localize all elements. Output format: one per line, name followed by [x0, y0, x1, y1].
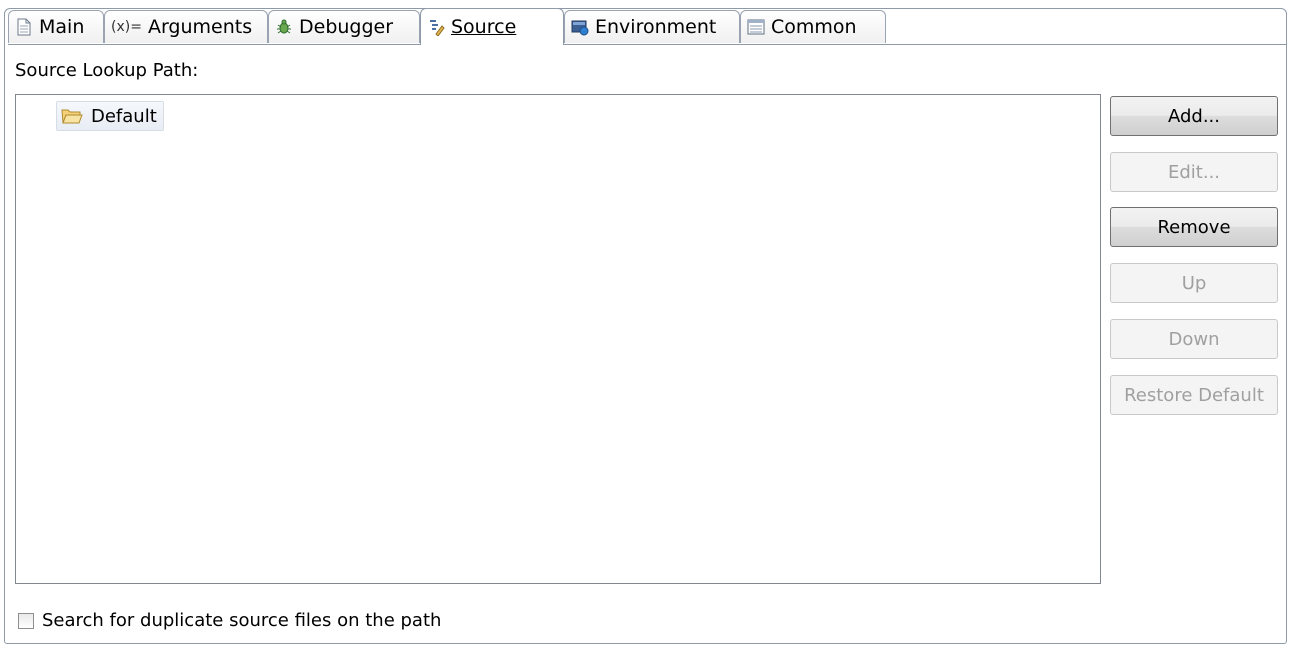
tab-main-label: Main [39, 16, 85, 38]
add-button[interactable]: Add... [1110, 96, 1278, 136]
down-button[interactable]: Down [1110, 319, 1278, 359]
restore-default-button[interactable]: Restore Default [1110, 375, 1278, 415]
tab-source-label: Source [451, 16, 517, 38]
tab-main[interactable]: Main [8, 10, 104, 43]
tree-item-default-label: Default [91, 105, 157, 127]
source-lookup-path-label: Source Lookup Path: [15, 60, 199, 81]
bug-icon [277, 19, 291, 34]
source-lookup-tree[interactable]: Default [15, 94, 1101, 584]
edit-button[interactable]: Edit... [1110, 152, 1278, 192]
source-icon [430, 20, 445, 36]
up-button[interactable]: Up [1110, 263, 1278, 303]
tab-arguments-label: Arguments [147, 16, 253, 38]
tab-debugger[interactable]: Debugger [268, 10, 420, 43]
tab-environment[interactable]: Environment [564, 10, 740, 43]
tab-arguments[interactable]: (x)= Arguments [104, 10, 268, 43]
common-icon [747, 19, 765, 35]
tree-item-default[interactable]: Default [56, 101, 164, 131]
duplicate-search-checkbox[interactable] [18, 612, 34, 629]
document-icon [17, 18, 31, 36]
duplicate-search-label: Search for duplicate source files on the… [42, 610, 442, 631]
tab-environment-label: Environment [595, 16, 717, 38]
tab-source[interactable]: Source [420, 8, 564, 45]
tab-common-label: Common [771, 16, 857, 38]
tab-debugger-label: Debugger [299, 16, 394, 38]
remove-button[interactable]: Remove [1110, 207, 1278, 247]
tab-strip: Main (x)= Arguments Debugger Source Envi… [8, 8, 1286, 45]
folder-open-icon [61, 109, 83, 124]
duplicate-search-option[interactable]: Search for duplicate source files on the… [18, 610, 441, 631]
environment-icon [571, 20, 589, 36]
tab-common[interactable]: Common [740, 10, 886, 43]
arguments-icon: (x)= [111, 19, 142, 35]
